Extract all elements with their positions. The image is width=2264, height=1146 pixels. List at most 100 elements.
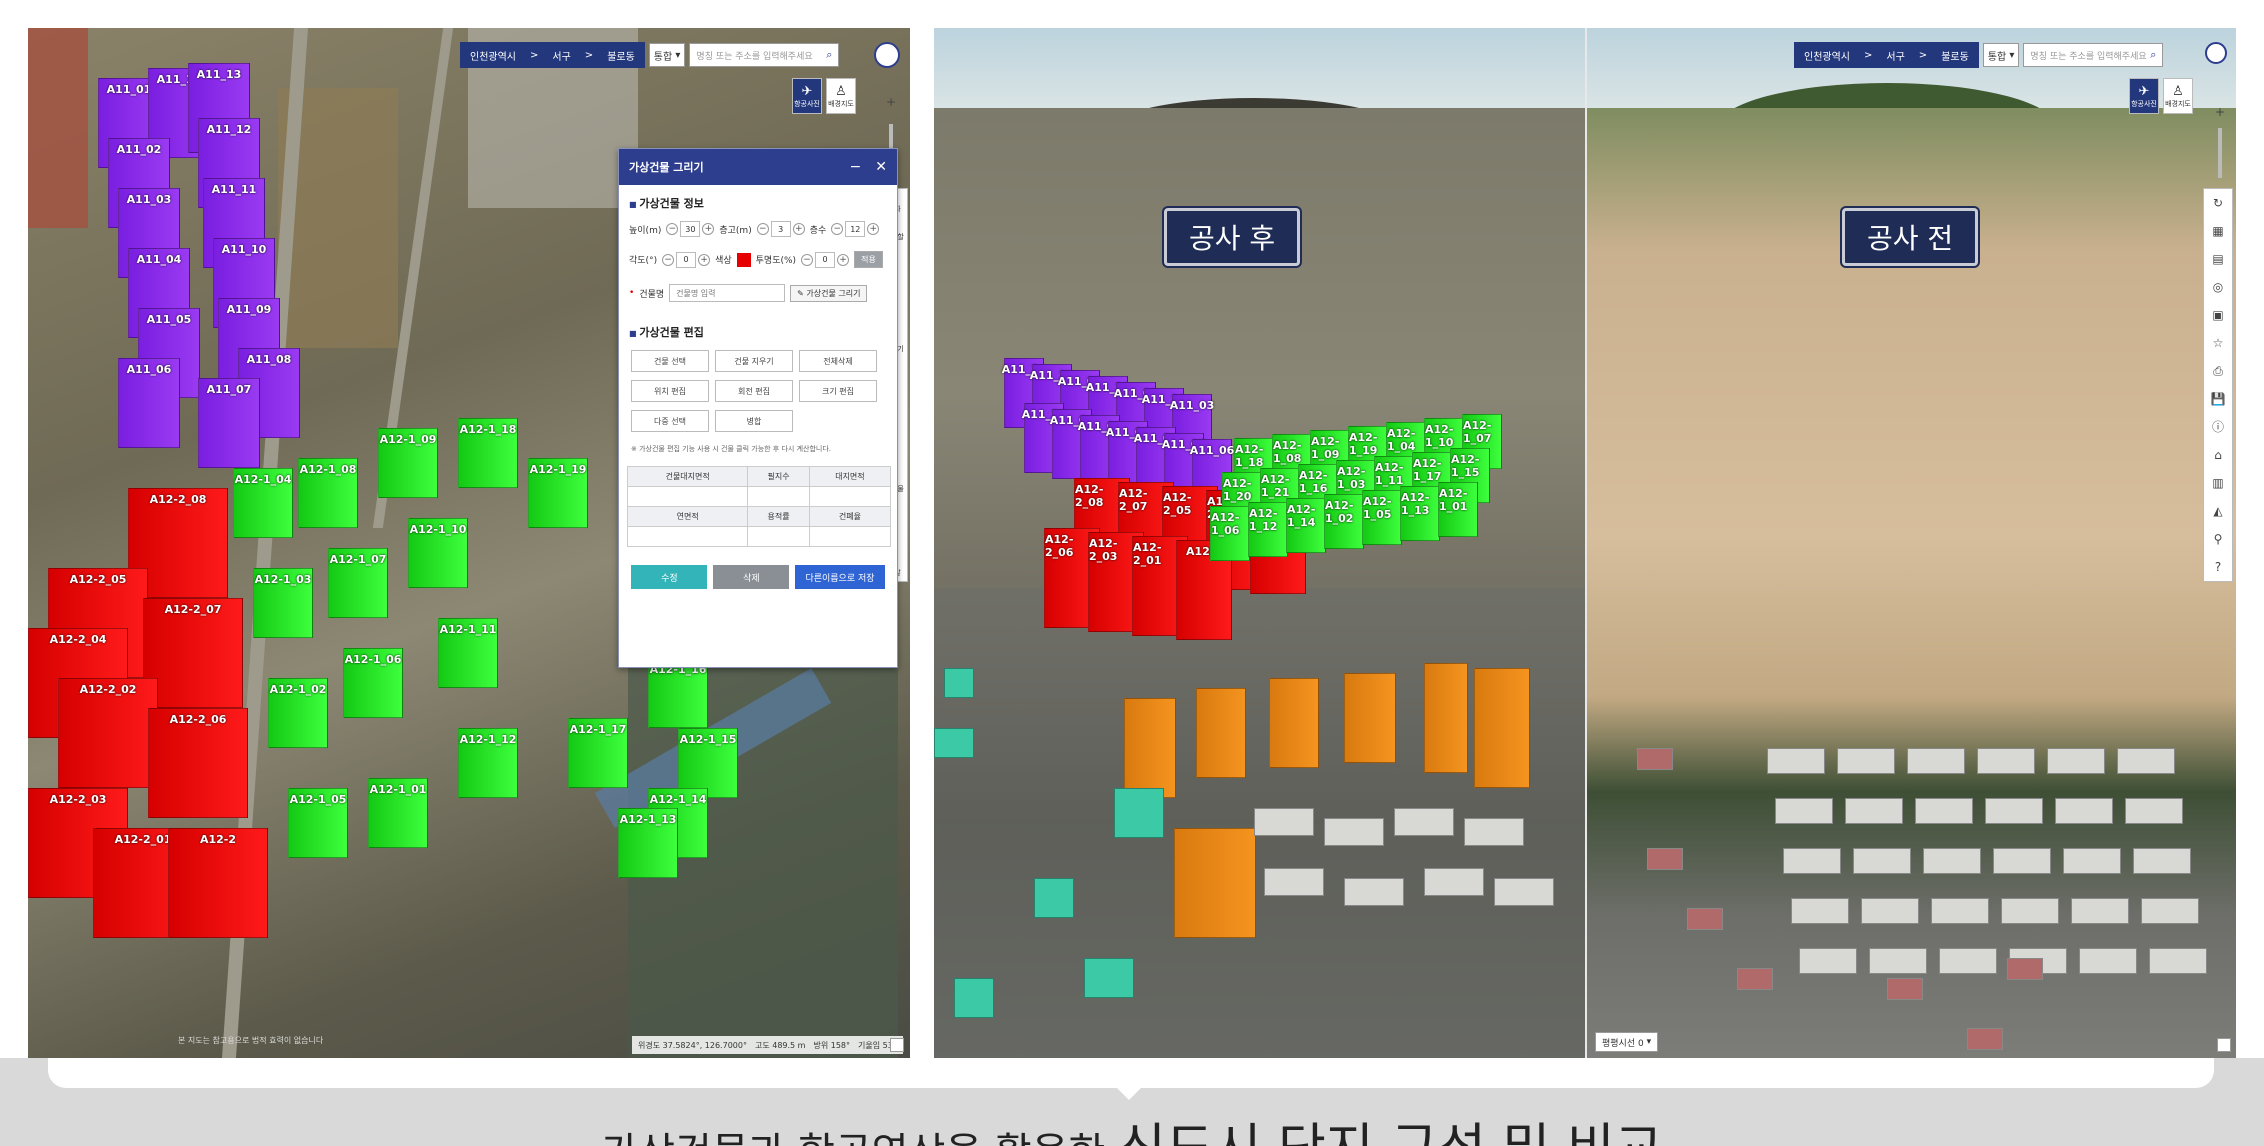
side-tool-6[interactable]: ⎙ [2205, 357, 2231, 385]
side-tool-0[interactable]: ↻ [2205, 189, 2231, 217]
floors-stepper[interactable]: −12 + [831, 221, 880, 237]
height-stepper[interactable]: −30 + [666, 221, 715, 237]
orange-building[interactable] [1424, 663, 1468, 773]
side-tool-7[interactable]: 💾 [2205, 385, 2231, 413]
before-construction-view[interactable]: 공사 전 인천광역시 > 서구 > 불로동 통합 ▾ 명칭 또는 주소를 입력해… [1587, 28, 2236, 1058]
save-as-button[interactable]: 다른이름으로 저장 [795, 565, 885, 589]
building-a12-1_19[interactable]: A12-1_19 [528, 458, 588, 528]
building-a12-1_07[interactable]: A12-1_07 [328, 548, 388, 618]
orange-building[interactable] [1174, 828, 1256, 938]
address-district[interactable]: 서구 [1876, 42, 1915, 68]
building-a12-2_06[interactable]: A12-2_06 [148, 708, 248, 818]
side-tool-5[interactable]: ☆ [2205, 329, 2231, 357]
resize-handle-icon[interactable] [890, 1038, 904, 1052]
side-tool-9[interactable]: ⌂ [2205, 441, 2231, 469]
building-a12-1_13[interactable]: A12-1_13 [618, 808, 678, 878]
side-tool-1[interactable]: ▦ [2205, 217, 2231, 245]
building-a12-2_07[interactable]: A12-2_07 [143, 598, 243, 708]
building-a12-1_08[interactable]: A12-1_08 [298, 458, 358, 528]
floor-height-stepper[interactable]: −3 + [756, 221, 805, 237]
building-a12-1_18[interactable]: A12-1_18 [458, 418, 518, 488]
building-a12-1_09[interactable]: A12-1_09 [378, 428, 438, 498]
edit-tool-button[interactable]: 다중 선택 [631, 410, 709, 432]
transparency-stepper[interactable]: −0 + [801, 251, 850, 268]
plus-icon[interactable]: + [698, 253, 711, 266]
building-a12-2_02[interactable]: A12-2_02 [58, 678, 158, 788]
address-district[interactable]: 서구 [542, 42, 581, 68]
building-a12-1_16[interactable]: A12-1_16 [648, 658, 708, 728]
base-map-button[interactable]: ♙ 배경지도 [826, 78, 856, 114]
edit-tool-button[interactable]: 건물 선택 [631, 350, 709, 372]
angle-value[interactable]: 0 [676, 251, 697, 268]
building-a12-1_14[interactable]: A12-1_14 [1286, 498, 1326, 553]
aerial-view-button[interactable]: ✈ 항공사진 [792, 78, 822, 114]
building-a12-1_02[interactable]: A12-1_02 [1324, 494, 1364, 549]
building-a12-1_13[interactable]: A12-1_13 [1400, 486, 1440, 541]
search-input[interactable]: 명칭 또는 주소를 입력해주세요 ⌕ [689, 43, 840, 67]
delete-button[interactable]: 삭제 [713, 565, 790, 589]
building-a12-1_03[interactable]: A12-1_03 [253, 568, 313, 638]
zoom-slider[interactable] [2218, 128, 2222, 178]
filter-select[interactable]: 통합 ▾ [648, 43, 686, 67]
draw-building-button[interactable]: ✎ 가상건물 그리기 [790, 284, 868, 302]
side-tool-2[interactable]: ▤ [2205, 245, 2231, 273]
orange-building[interactable] [1269, 678, 1319, 768]
building-a12-1_17[interactable]: A12-1_17 [568, 718, 628, 788]
side-tool-12[interactable]: ⚲ [2205, 525, 2231, 553]
side-tool-4[interactable]: ▣ [2205, 301, 2231, 329]
building-a12-1_01[interactable]: A12-1_01 [1438, 482, 1478, 537]
building-name-input[interactable]: 건물명 입력 [669, 284, 786, 302]
orange-building[interactable] [1196, 688, 1246, 778]
base-map-button[interactable]: ♙ 배경지도 [2163, 78, 2193, 114]
close-icon[interactable]: ✕ [875, 159, 887, 175]
left-map-view[interactable]: A11_01 A11_14 A11_13 A11_02 A11_12 A11_03 A11_… [28, 28, 910, 1058]
address-dong[interactable]: 불로동 [1931, 42, 1979, 68]
minus-icon[interactable]: − [801, 253, 814, 266]
address-dong[interactable]: 불로동 [597, 42, 645, 68]
edit-tool-button[interactable]: 병합 [715, 410, 793, 432]
floor-height-value[interactable]: 3 [770, 221, 791, 237]
transparency-value[interactable]: 0 [815, 251, 836, 268]
view-select[interactable]: 평평시선 0 ▾ [1595, 1032, 1659, 1052]
building-a12-1_04[interactable]: A12-1_04 [233, 468, 293, 538]
building-a12-1_06[interactable]: A12-1_06 [1210, 506, 1250, 561]
building-a12-1_10[interactable]: A12-1_10 [408, 518, 468, 588]
floors-value[interactable]: 12 [845, 221, 866, 237]
search-input[interactable]: 명칭 또는 주소를 입력해주세요 ⌕ [2023, 43, 2164, 67]
side-tool-13[interactable]: ? [2205, 553, 2231, 581]
minus-icon[interactable]: − [756, 223, 769, 235]
building-a12-1_12[interactable]: A12-1_12 [1248, 502, 1288, 557]
side-tool-11[interactable]: ◭ [2205, 497, 2231, 525]
minus-icon[interactable]: − [666, 223, 679, 235]
building-a11_07[interactable]: A11_07 [198, 378, 260, 468]
minus-icon[interactable]: − [662, 253, 675, 266]
resize-handle-icon[interactable] [2217, 1038, 2231, 1052]
building-a12-1_06[interactable]: A12-1_06 [343, 648, 403, 718]
search-icon[interactable]: ⌕ [2150, 48, 2156, 62]
orange-building[interactable] [1124, 698, 1176, 798]
apply-button[interactable]: 적용 [854, 251, 883, 268]
building-a12-2[interactable]: A12-2 [168, 828, 268, 938]
building-a11_06[interactable]: A11_06 [118, 358, 180, 448]
side-tool-3[interactable]: ◎ [2205, 273, 2231, 301]
color-swatch[interactable] [736, 252, 751, 267]
address-city[interactable]: 인천광역시 [460, 42, 526, 68]
zoom-in-button[interactable]: + [2205, 98, 2235, 126]
edit-button[interactable]: 수정 [631, 565, 708, 589]
edit-tool-button[interactable]: 회전 편집 [715, 380, 793, 402]
minimize-icon[interactable]: − [850, 159, 862, 175]
filter-select[interactable]: 통합 ▾ [1982, 43, 2020, 67]
building-a12-1_01[interactable]: A12-1_01 [368, 778, 428, 848]
angle-stepper[interactable]: −0 + [662, 251, 711, 268]
search-icon[interactable]: ⌕ [826, 48, 832, 62]
building-a12-1_12[interactable]: A12-1_12 [458, 728, 518, 798]
building-a12-1_05[interactable]: A12-1_05 [1362, 490, 1402, 545]
plus-icon[interactable]: + [702, 223, 715, 235]
edit-tool-button[interactable]: 전체삭제 [799, 350, 877, 372]
height-value[interactable]: 30 [680, 221, 701, 237]
plus-icon[interactable]: + [867, 223, 880, 235]
edit-tool-button[interactable]: 크기 편집 [799, 380, 877, 402]
orange-building[interactable] [1474, 668, 1530, 788]
right-3d-view[interactable]: A11_14 A11_13 A11_01 A11_12 A11_02 A11_11 A11_… [934, 28, 2236, 1058]
compass-icon[interactable] [874, 42, 900, 68]
